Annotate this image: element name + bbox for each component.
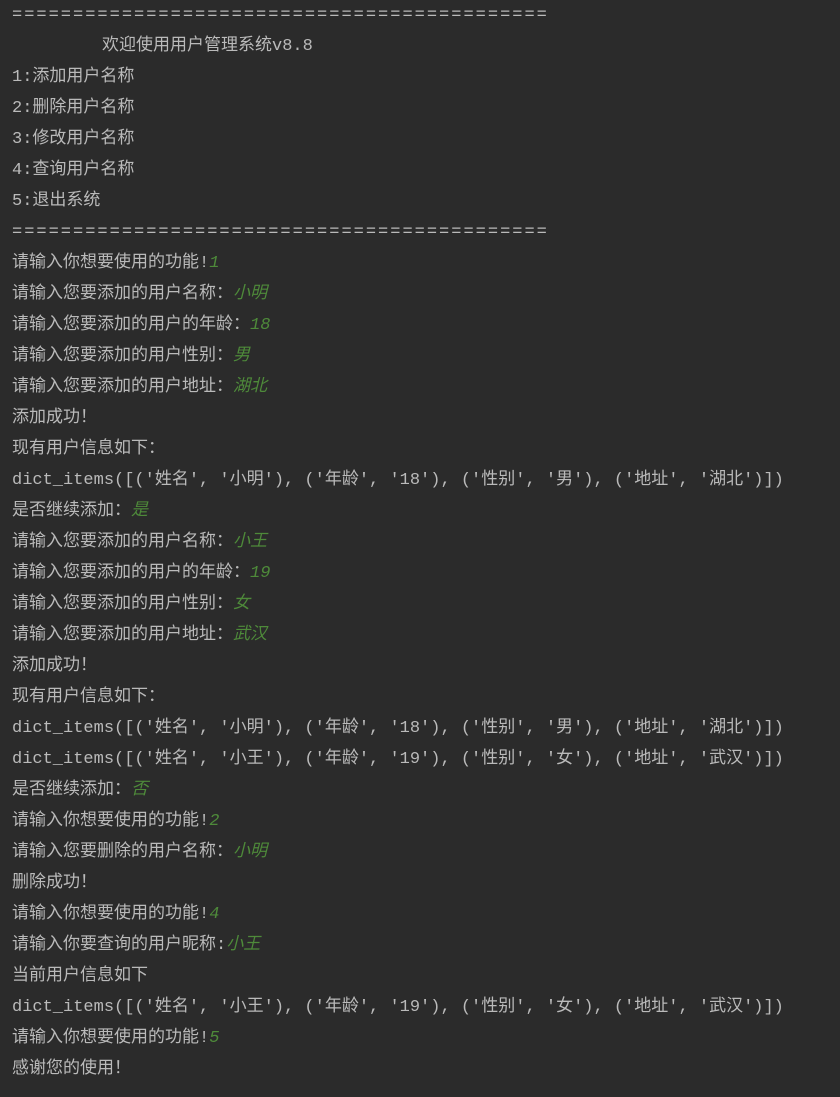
prompt-text: 请输入您要添加的用户的年龄： xyxy=(12,564,250,583)
prompt-text: 请输入您要添加的用户名称： xyxy=(12,533,233,552)
input-value: 1 xyxy=(209,254,219,273)
prompt-add-age-1: 请输入您要添加的用户的年龄：18 xyxy=(12,310,828,341)
input-value: 19 xyxy=(250,564,270,583)
prompt-add-name-2: 请输入您要添加的用户名称：小王 xyxy=(12,527,828,558)
prompt-continue-1: 是否继续添加：是 xyxy=(12,496,828,527)
menu-item-3: 3:修改用户名称 xyxy=(12,124,828,155)
menu-item-5: 5:退出系统 xyxy=(12,186,828,217)
prompt-text: 请输入你想要使用的功能! xyxy=(12,254,209,273)
query-header: 当前用户信息如下 xyxy=(12,961,828,992)
prompt-func-5: 请输入你想要使用的功能!5 xyxy=(12,1023,828,1054)
prompt-text: 请输入您要添加的用户地址： xyxy=(12,378,233,397)
input-value: 小王 xyxy=(233,533,267,552)
prompt-text: 请输入您要添加的用户性别： xyxy=(12,595,233,614)
menu-item-2: 2:删除用户名称 xyxy=(12,93,828,124)
thanks-message: 感谢您的使用！ xyxy=(12,1054,828,1085)
add-success-2: 添加成功！ xyxy=(12,651,828,682)
prompt-del-name: 请输入您要删除的用户名称：小明 xyxy=(12,837,828,868)
input-value: 2 xyxy=(209,812,219,831)
dict-output-3: dict_items([('姓名', '小王'), ('年龄', '19'), … xyxy=(12,992,828,1023)
current-users-header-2: 现有用户信息如下： xyxy=(12,682,828,713)
input-value: 湖北 xyxy=(233,378,267,397)
app-title: 欢迎使用用户管理系统v8.8 xyxy=(12,31,828,62)
prompt-text: 请输入你要查询的用户昵称: xyxy=(12,936,226,955)
prompt-add-age-2: 请输入您要添加的用户的年龄：19 xyxy=(12,558,828,589)
input-value: 男 xyxy=(233,347,250,366)
prompt-text: 请输入您要添加的用户的年龄： xyxy=(12,316,250,335)
input-value: 小明 xyxy=(233,843,267,862)
del-success: 删除成功！ xyxy=(12,868,828,899)
menu-item-4: 4:查询用户名称 xyxy=(12,155,828,186)
current-users-header-1: 现有用户信息如下： xyxy=(12,434,828,465)
prompt-func-4: 请输入你想要使用的功能!4 xyxy=(12,899,828,930)
prompt-func-1: 请输入你想要使用的功能!1 xyxy=(12,248,828,279)
prompt-add-addr-2: 请输入您要添加的用户地址：武汉 xyxy=(12,620,828,651)
prompt-add-gender-2: 请输入您要添加的用户性别：女 xyxy=(12,589,828,620)
prompt-text: 请输入您要删除的用户名称： xyxy=(12,843,233,862)
input-value: 否 xyxy=(131,781,148,800)
input-value: 小王 xyxy=(226,936,260,955)
terminal-output: ========================================… xyxy=(0,0,840,1097)
input-value: 5 xyxy=(209,1029,219,1048)
prompt-text: 是否继续添加： xyxy=(12,781,131,800)
input-value: 武汉 xyxy=(233,626,267,645)
prompt-add-name-1: 请输入您要添加的用户名称：小明 xyxy=(12,279,828,310)
dict-output-2b: dict_items([('姓名', '小王'), ('年龄', '19'), … xyxy=(12,744,828,775)
dict-output-2a: dict_items([('姓名', '小明'), ('年龄', '18'), … xyxy=(12,713,828,744)
prompt-query-name: 请输入你要查询的用户昵称:小王 xyxy=(12,930,828,961)
prompt-text: 是否继续添加： xyxy=(12,502,131,521)
input-value: 18 xyxy=(250,316,270,335)
prompt-text: 请输入您要添加的用户名称： xyxy=(12,285,233,304)
input-value: 4 xyxy=(209,905,219,924)
prompt-add-gender-1: 请输入您要添加的用户性别：男 xyxy=(12,341,828,372)
prompt-add-addr-1: 请输入您要添加的用户地址：湖北 xyxy=(12,372,828,403)
prompt-text: 请输入您要添加的用户性别： xyxy=(12,347,233,366)
input-value: 是 xyxy=(131,502,148,521)
prompt-func-2: 请输入你想要使用的功能!2 xyxy=(12,806,828,837)
input-value: 小明 xyxy=(233,285,267,304)
add-success-1: 添加成功！ xyxy=(12,403,828,434)
prompt-continue-2: 是否继续添加：否 xyxy=(12,775,828,806)
prompt-text: 请输入你想要使用的功能! xyxy=(12,1029,209,1048)
input-value: 女 xyxy=(233,595,250,614)
prompt-text: 请输入你想要使用的功能! xyxy=(12,905,209,924)
prompt-text: 请输入你想要使用的功能! xyxy=(12,812,209,831)
divider-top: ========================================… xyxy=(12,0,828,31)
divider-mid: ========================================… xyxy=(12,217,828,248)
prompt-text: 请输入您要添加的用户地址： xyxy=(12,626,233,645)
dict-output-1: dict_items([('姓名', '小明'), ('年龄', '18'), … xyxy=(12,465,828,496)
menu-item-1: 1:添加用户名称 xyxy=(12,62,828,93)
